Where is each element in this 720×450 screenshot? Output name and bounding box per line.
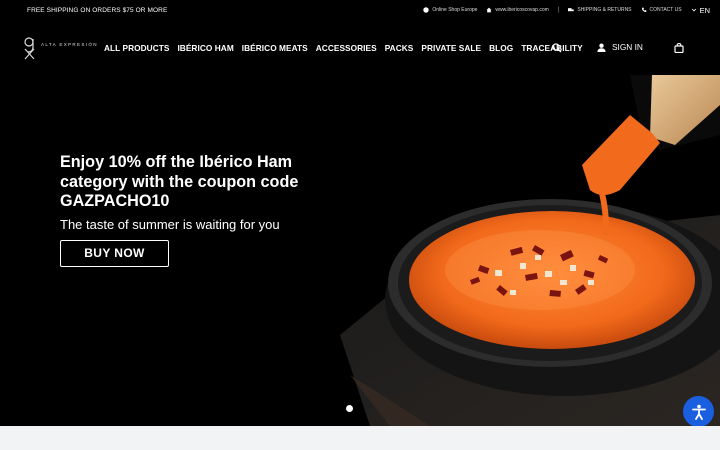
sign-in-link[interactable]: SIGN IN — [597, 42, 643, 52]
nav-item-blog[interactable]: BLOG — [489, 43, 513, 53]
truck-icon — [568, 8, 575, 12]
phone-icon — [641, 7, 646, 12]
nav-item-iberico-meats[interactable]: IBÉRICO MEATS — [242, 43, 308, 53]
hero-text: Enjoy 10% off the Ibérico Ham category w… — [60, 153, 320, 267]
nav-item-packs[interactable]: PACKS — [385, 43, 414, 53]
language-selector[interactable]: EN — [691, 6, 710, 15]
nav-menu: ALL PRODUCTS IBÉRICO HAM IBÉRICO MEATS A… — [104, 43, 583, 53]
hero-title-line-3: GAZPACHO10 — [60, 192, 170, 210]
gazpacho-image — [340, 75, 720, 426]
online-shop-link[interactable]: Online Shop Europe — [423, 7, 477, 13]
hero-banner: Enjoy 10% off the Ibérico Ham category w… — [0, 75, 720, 426]
accessibility-button[interactable] — [683, 396, 714, 427]
search-icon[interactable] — [552, 43, 562, 53]
top-bar-separator: | — [557, 7, 560, 13]
user-icon — [597, 43, 606, 52]
nav-item-accessories[interactable]: ACCESSORIES — [316, 43, 377, 53]
carousel-dot[interactable] — [346, 405, 353, 412]
language-label: EN — [699, 5, 710, 15]
nav-item-private-sale[interactable]: PRIVATE SALE — [421, 43, 481, 53]
top-bar: FREE SHIPPING ON ORDERS $75 OR MORE Onli… — [0, 0, 720, 20]
logo-mark-icon — [24, 37, 35, 60]
bag-icon[interactable] — [674, 43, 684, 53]
hero-title-line-2: category with the coupon code — [60, 172, 299, 191]
sign-in-label: SIGN IN — [612, 42, 643, 52]
content-strip — [0, 426, 720, 450]
logo[interactable]: ALTA EXPRESIÓN — [23, 36, 98, 60]
globe-icon — [423, 7, 430, 13]
nav-item-iberico-ham[interactable]: IBÉRICO HAM — [177, 43, 233, 53]
hero-subtitle: The taste of summer is waiting for you — [60, 216, 280, 232]
website-label: www.ibericoscovap.com — [495, 7, 549, 13]
buy-now-button[interactable]: BUY NOW — [60, 239, 169, 267]
website-link[interactable]: www.ibericoscovap.com — [486, 7, 549, 13]
free-shipping-text: FREE SHIPPING ON ORDERS $75 OR MORE — [27, 6, 168, 14]
nav-item-all-products[interactable]: ALL PRODUCTS — [104, 43, 169, 53]
shipping-returns-link[interactable]: SHIPPING & RETURNS — [568, 7, 632, 13]
contact-link[interactable]: CONTACT US — [641, 7, 682, 13]
hero-title-line-1: Enjoy 10% off the Ibérico Ham — [60, 153, 293, 171]
shipping-returns-label: SHIPPING & RETURNS — [577, 7, 632, 13]
contact-label: CONTACT US — [649, 7, 682, 13]
hero-title: Enjoy 10% off the Ibérico Ham category w… — [60, 153, 320, 212]
home-icon — [487, 7, 492, 13]
accessibility-icon — [691, 404, 706, 420]
chevron-down-icon — [691, 8, 696, 12]
top-bar-links: Online Shop Europe www.ibericoscovap.com… — [423, 6, 710, 15]
logo-text: ALTA EXPRESIÓN — [41, 41, 98, 47]
online-shop-label: Online Shop Europe — [432, 7, 478, 13]
